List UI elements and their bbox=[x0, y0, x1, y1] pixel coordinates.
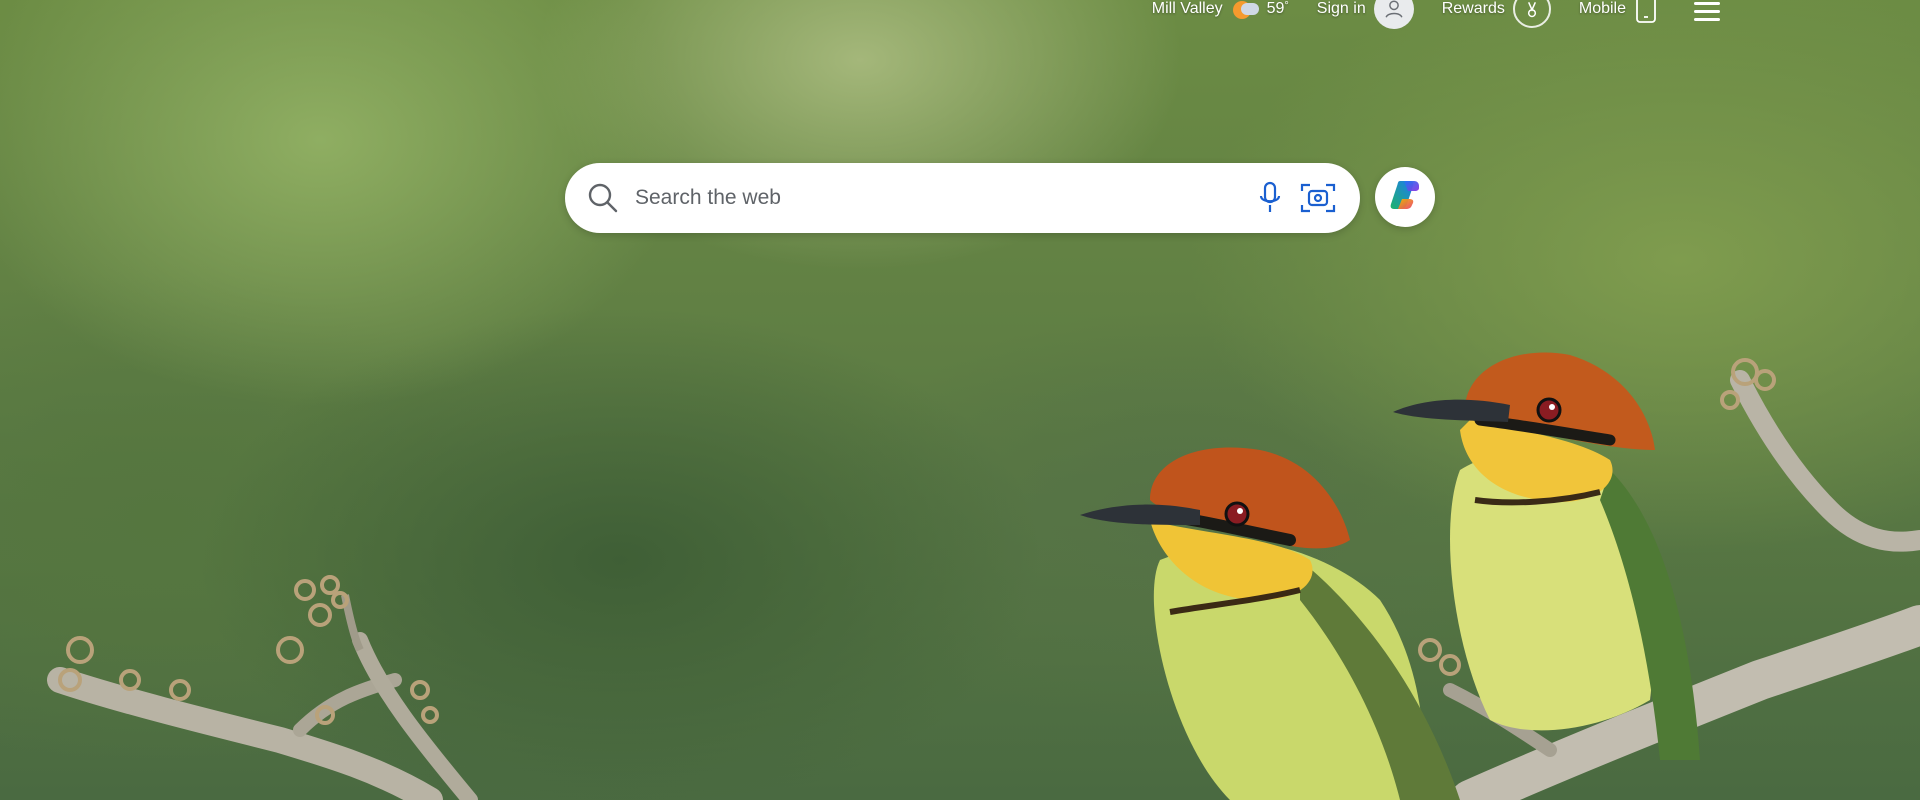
weather-partly-cloudy-icon bbox=[1231, 0, 1259, 23]
left-branch bbox=[47, 575, 478, 800]
top-bar: Mill Valley 59° Sign in Rewards Mobile bbox=[1152, 0, 1720, 29]
temperature-value: 59° bbox=[1266, 0, 1289, 17]
mobile-phone-icon bbox=[1634, 0, 1658, 29]
search-bar bbox=[565, 163, 1360, 233]
weather-widget[interactable]: Mill Valley 59° bbox=[1152, 0, 1289, 23]
microphone-icon[interactable] bbox=[1258, 181, 1282, 215]
rewards-button[interactable]: Rewards bbox=[1442, 0, 1551, 28]
visual-search-icon[interactable] bbox=[1300, 181, 1336, 215]
mobile-button[interactable]: Mobile bbox=[1579, 0, 1658, 29]
location-label: Mill Valley bbox=[1151, 0, 1223, 17]
copilot-button[interactable] bbox=[1375, 167, 1435, 227]
mobile-label: Mobile bbox=[1578, 0, 1626, 17]
sign-in-button[interactable]: Sign in bbox=[1317, 0, 1414, 29]
copilot-icon bbox=[1388, 178, 1422, 217]
background-image bbox=[0, 0, 1920, 800]
search-input[interactable] bbox=[633, 177, 1258, 219]
bird-right bbox=[1393, 352, 1700, 760]
bird-photo bbox=[47, 352, 1920, 800]
user-icon bbox=[1373, 0, 1414, 29]
rewards-label: Rewards bbox=[1441, 0, 1505, 17]
hamburger-menu-icon[interactable] bbox=[1694, 0, 1720, 21]
bird-left bbox=[1080, 447, 1460, 800]
sign-in-label: Sign in bbox=[1316, 0, 1366, 17]
rewards-icon bbox=[1512, 0, 1551, 28]
search-icon[interactable] bbox=[587, 182, 619, 214]
